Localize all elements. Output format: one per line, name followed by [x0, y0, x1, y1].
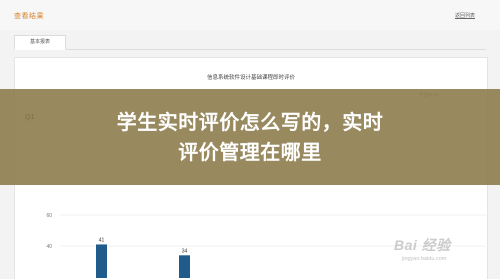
- course-title: 信息系统软件设计基础课程即时评价: [206, 75, 295, 81]
- tab-basic-report[interactable]: 基本报表: [14, 35, 66, 50]
- bar-value-label: 41: [99, 237, 105, 243]
- page-title: 查看结果: [14, 13, 44, 20]
- watermark-domain: jingyan.baidu.com: [402, 256, 447, 262]
- y-tick-label: 40: [46, 244, 52, 250]
- tab-bar: 基本报表: [14, 35, 486, 50]
- bar-value-label: 34: [182, 248, 188, 254]
- overlay-title-line-1: 学生实时评价怎么写的，实时: [116, 112, 384, 134]
- watermark-brand: Bai 经验: [394, 237, 451, 253]
- chart-bar: [96, 244, 107, 278]
- chart-bar: [179, 255, 190, 278]
- y-tick-label: 60: [46, 213, 52, 219]
- watermark-logo: Bai 经验 jingyan.baidu.com: [382, 234, 492, 274]
- top-bar: 查看结果 返回列表: [0, 0, 500, 30]
- title-overlay-banner: 学生实时评价怎么写的，实时 评价管理在哪里: [0, 89, 500, 185]
- return-list-link[interactable]: 返回列表: [455, 12, 475, 19]
- overlay-title-line-2: 评价管理在哪里: [178, 142, 322, 164]
